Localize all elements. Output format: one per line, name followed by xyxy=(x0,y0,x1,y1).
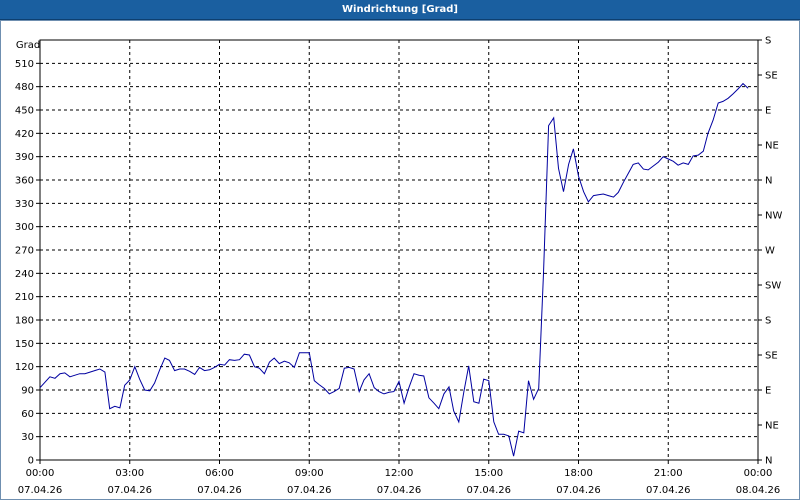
right-tick-label: S xyxy=(765,316,771,327)
right-tick-label: SE xyxy=(765,351,778,362)
x-tick-date-label: 08.04.26 xyxy=(736,485,781,496)
x-tick-time-label: 00:00 xyxy=(26,468,55,479)
right-tick-label: NE xyxy=(765,141,779,152)
y-tick-label: 210 xyxy=(15,292,34,303)
x-tick-date-label: 07.04.26 xyxy=(18,485,63,496)
y-tick-label: 360 xyxy=(15,176,34,187)
right-tick-label: E xyxy=(765,386,771,397)
y-tick-label: 120 xyxy=(15,362,34,373)
y-tick-label: 300 xyxy=(15,222,34,233)
right-tick-label: N xyxy=(765,456,772,467)
y-tick-label: 450 xyxy=(15,106,34,117)
series-line xyxy=(39,82,749,457)
x-tick-date-label: 07.04.26 xyxy=(107,485,152,496)
y-tick-label: 330 xyxy=(15,199,34,210)
grid xyxy=(40,40,758,460)
right-tick-label: NE xyxy=(765,421,779,432)
x-tick-time-label: 03:00 xyxy=(115,468,144,479)
x-tick-time-label: 12:00 xyxy=(385,468,414,479)
y-tick-label: 180 xyxy=(15,316,34,327)
x-tick-date-label: 07.04.26 xyxy=(556,485,601,496)
x-tick-time-label: 15:00 xyxy=(474,468,503,479)
y-tick-label: 390 xyxy=(15,152,34,163)
y-tick-label: 90 xyxy=(21,386,34,397)
x-tick-time-label: 00:00 xyxy=(744,468,773,479)
wind-direction-chart: 0 30 60 90 120 150 180 210 240 270 300 330 360 390 420… xyxy=(15,36,783,497)
y-tick-label: 150 xyxy=(15,339,34,350)
chart-window: Windrichtung [Grad] 0 30 60 90 120 150 180 210 2… xyxy=(0,0,800,500)
right-tick-label: S xyxy=(765,36,771,47)
right-tick-label: SE xyxy=(765,71,778,82)
x-tick-date-label: 07.04.26 xyxy=(466,485,511,496)
y-tick-label: 270 xyxy=(15,246,34,257)
y-tick-label: 30 xyxy=(21,432,34,443)
x-tick-time-label: 06:00 xyxy=(205,468,234,479)
y-tick-label: 240 xyxy=(15,269,34,280)
right-tick-label: N xyxy=(765,176,772,187)
right-tick-label: SW xyxy=(765,281,781,292)
x-tick-time-label: 18:00 xyxy=(564,468,593,479)
y-tick-label: 420 xyxy=(15,129,34,140)
y-tick-label: 510 xyxy=(15,59,34,70)
y-axis-label: Grad xyxy=(16,40,40,51)
y-tick-label: 480 xyxy=(15,82,34,93)
right-tick-label: E xyxy=(765,106,771,117)
x-tick-date-label: 07.04.26 xyxy=(287,485,332,496)
x-tick-time-label: 09:00 xyxy=(295,468,324,479)
x-tick-date-label: 07.04.26 xyxy=(377,485,422,496)
x-tick-date-label: 07.04.26 xyxy=(646,485,691,496)
x-tick-time-label: 21:00 xyxy=(654,468,683,479)
y-tick-label: 60 xyxy=(21,409,34,420)
y-tick-label: 0 xyxy=(28,456,34,467)
right-tick-label: W xyxy=(765,246,775,257)
x-tick-date-label: 07.04.26 xyxy=(197,485,242,496)
right-tick-label: NW xyxy=(765,211,782,222)
